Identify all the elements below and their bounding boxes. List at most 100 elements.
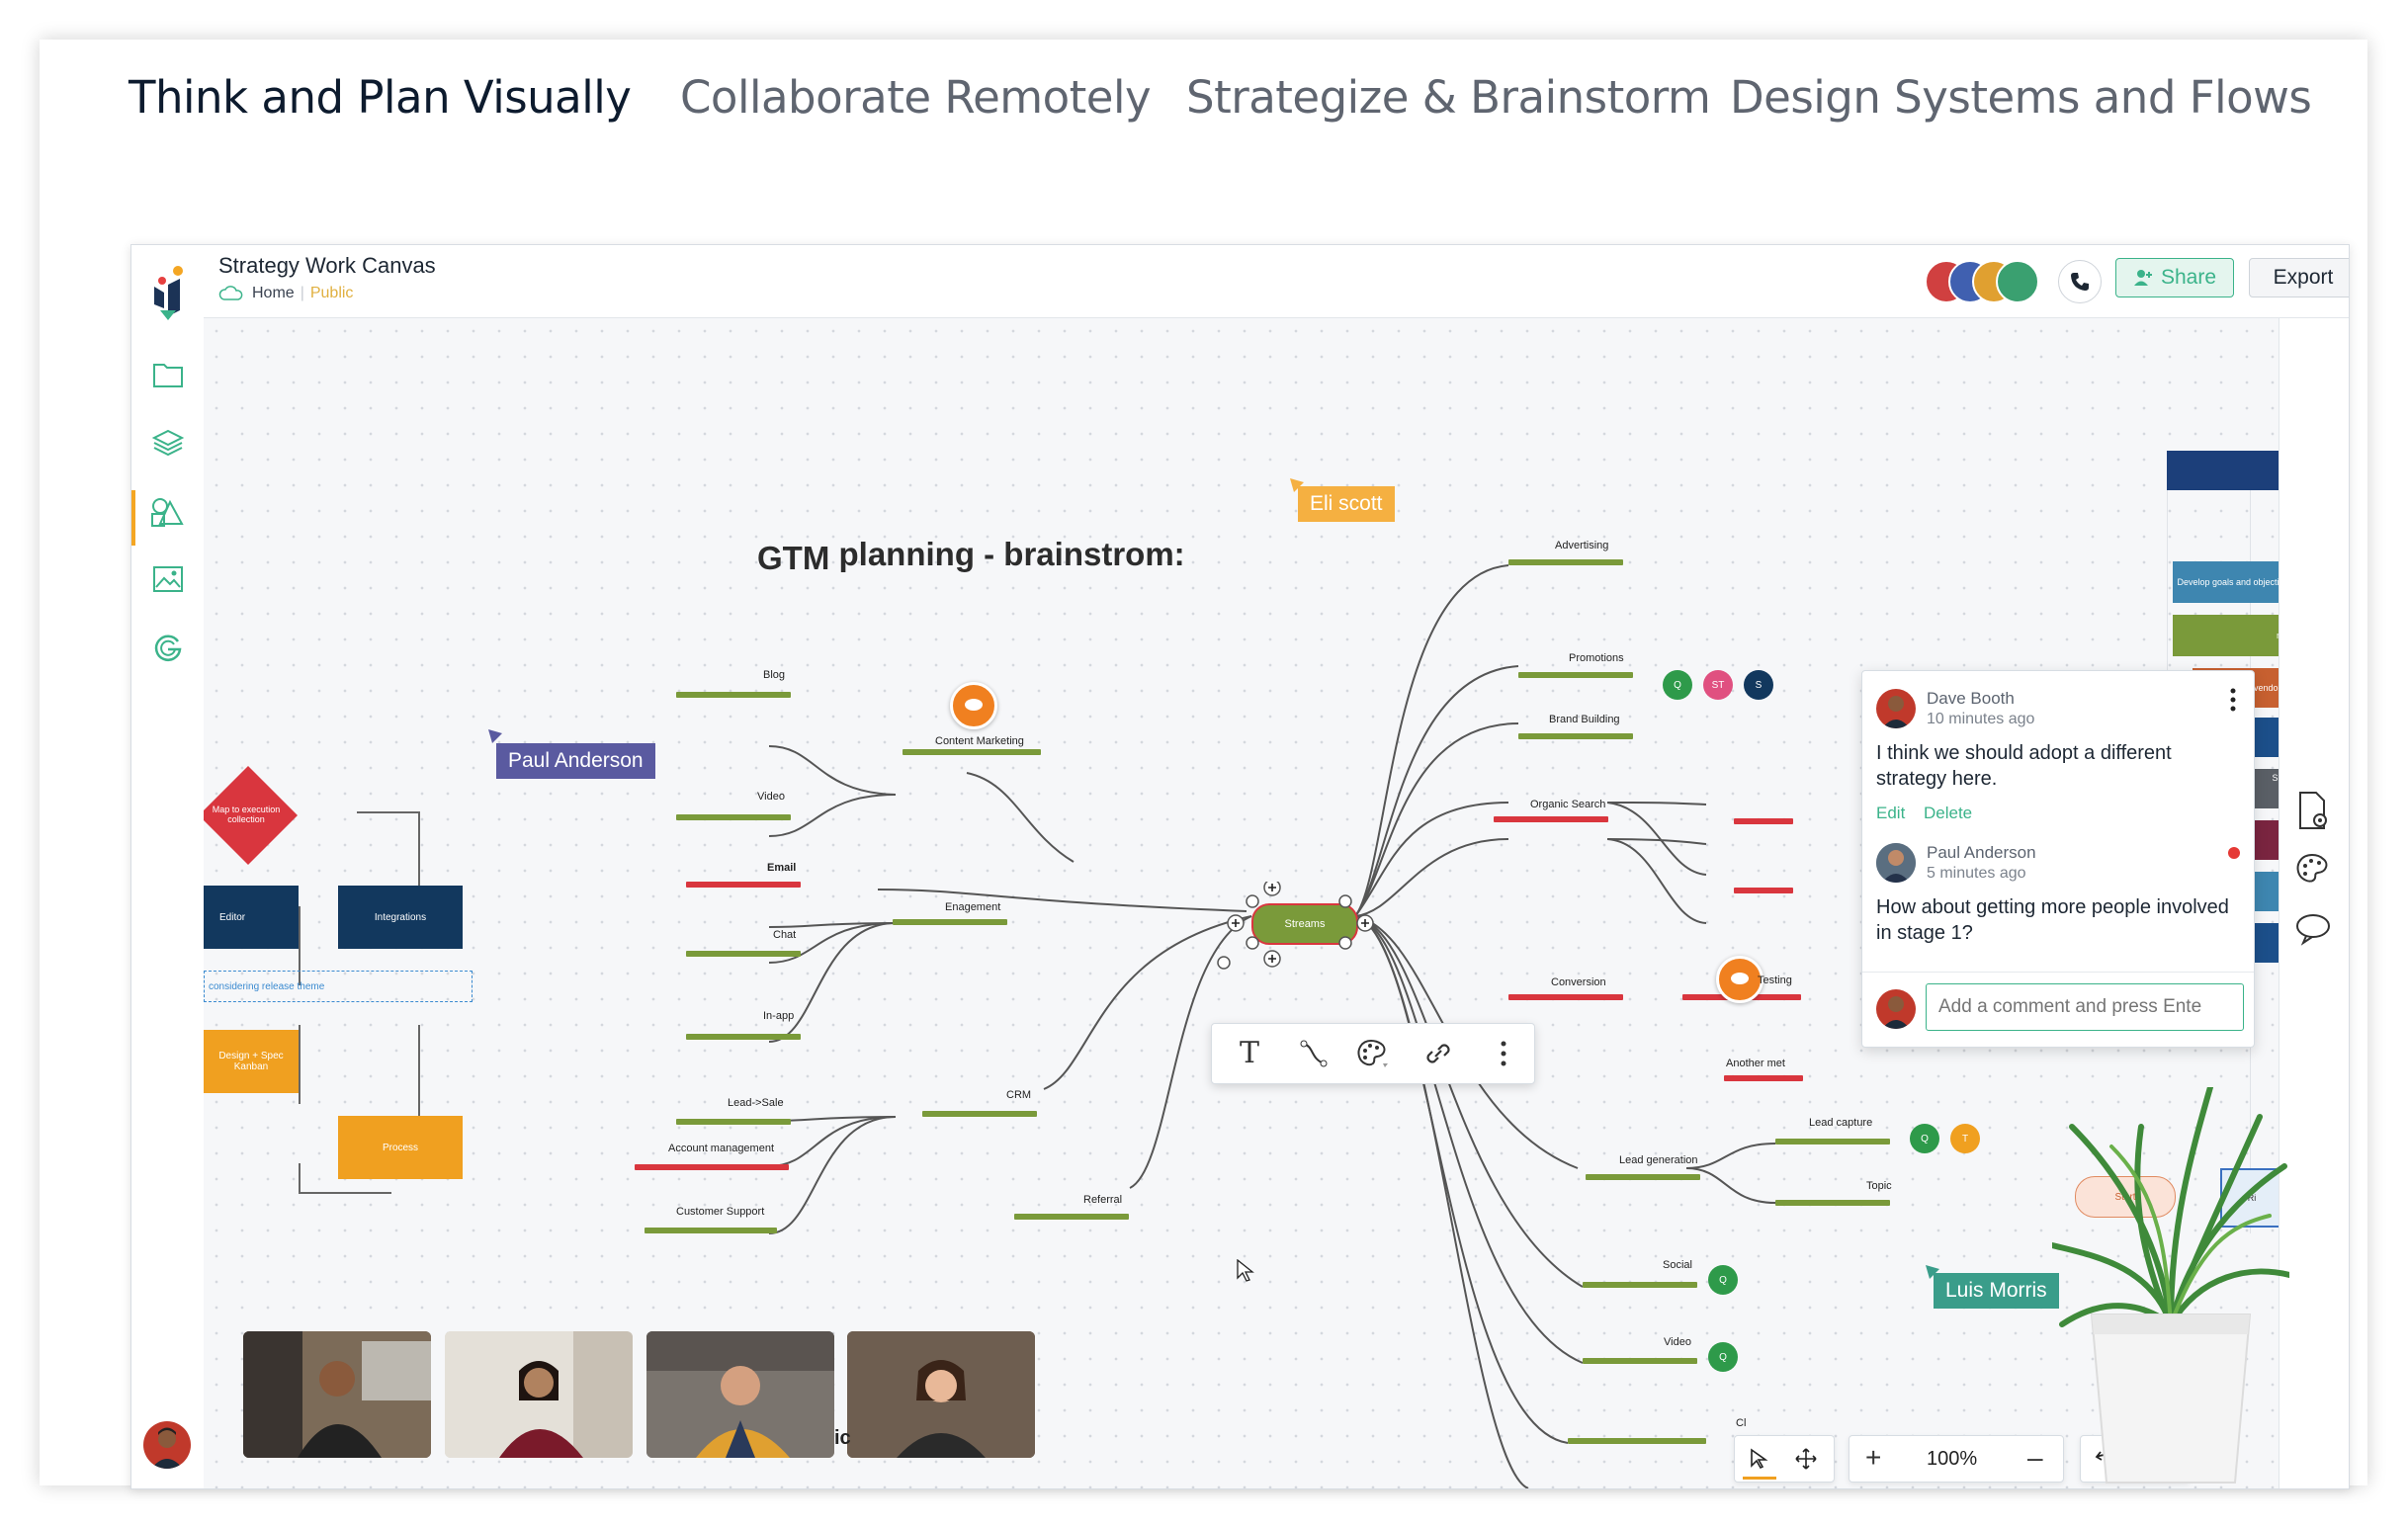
tab-design-systems[interactable]: Design Systems and Flows — [1730, 71, 2312, 124]
node-bar — [922, 1111, 1037, 1117]
shapes-icon[interactable] — [150, 494, 186, 530]
share-button[interactable]: Share — [2115, 258, 2234, 297]
comment-delete-link[interactable]: Delete — [1924, 804, 1972, 823]
more-options-icon[interactable] — [1499, 1039, 1508, 1068]
breadcrumb-home[interactable]: Home — [252, 285, 295, 302]
link-icon[interactable] — [1421, 1039, 1455, 1068]
board-card[interactable]: nue — [2173, 615, 2279, 656]
avatar-st[interactable]: ST — [1703, 670, 1733, 700]
node-engagement[interactable]: Enagement — [945, 901, 1000, 913]
pan-move-icon[interactable] — [1794, 1447, 1818, 1471]
avatar-t[interactable]: T — [1950, 1124, 1980, 1153]
call-button[interactable] — [2058, 260, 2102, 303]
layers-icon[interactable] — [150, 425, 186, 461]
tab-strategize[interactable]: Strategize & Brainstorm — [1186, 71, 1711, 124]
comments-icon[interactable] — [2294, 911, 2334, 947]
node-video-right[interactable]: Video — [1664, 1336, 1691, 1348]
app-logo[interactable] — [150, 265, 186, 324]
node-topic[interactable]: Topic — [1866, 1180, 1892, 1192]
node-organic-search[interactable]: Organic Search — [1530, 799, 1605, 810]
breadcrumb: Home | Public — [218, 285, 353, 302]
image-icon[interactable] — [150, 561, 186, 597]
cloud-icon — [218, 286, 243, 300]
flow-release-theme[interactable]: considering release theme — [204, 971, 473, 1002]
avatar-s[interactable]: S — [1744, 670, 1773, 700]
comment-time: 5 minutes ago — [1927, 865, 2026, 882]
node-cl[interactable]: Cl — [1736, 1417, 1746, 1429]
board-header[interactable] — [2167, 451, 2279, 490]
flow-design-spec[interactable]: Design + Spec Kanban — [204, 1030, 299, 1093]
more-options-icon[interactable] — [2228, 687, 2238, 713]
comment-edit-link[interactable]: Edit — [1876, 804, 1905, 823]
node-bar — [903, 749, 1041, 755]
user-avatar[interactable] — [143, 1421, 191, 1469]
node-bar — [1724, 1075, 1803, 1081]
collaborator-avatars[interactable] — [1925, 260, 2041, 303]
avatar-q[interactable]: Q — [1663, 670, 1692, 700]
comment-marker-icon[interactable] — [950, 682, 997, 729]
video-participant-2[interactable] — [445, 1331, 633, 1458]
flow-decision[interactable]: Map to execution collection — [204, 761, 302, 870]
flow-integrations[interactable]: Integrations — [338, 886, 463, 949]
selection-handles[interactable] — [1209, 882, 1397, 971]
node-account-management[interactable]: Account management — [668, 1143, 774, 1154]
node-customer-support[interactable]: Customer Support — [676, 1206, 764, 1218]
node-toolbar: T — [1211, 1023, 1535, 1084]
node-email[interactable]: Email — [767, 862, 796, 874]
page-settings-icon[interactable] — [2294, 791, 2334, 832]
node-lead-generation[interactable]: Lead generation — [1619, 1154, 1698, 1166]
video-participant-1[interactable] — [243, 1331, 431, 1458]
cursor-tag-luis: Luis Morris — [1934, 1273, 2059, 1309]
comment-author: Dave Booth — [1927, 689, 2015, 708]
flow-process[interactable]: Process — [338, 1116, 463, 1179]
node-lead-sale[interactable]: Lead->Sale — [728, 1097, 784, 1109]
folder-icon[interactable] — [150, 357, 186, 392]
avatar — [1876, 689, 1916, 728]
node-promotions[interactable]: Promotions — [1569, 652, 1624, 664]
node-testing[interactable]: Testing — [1758, 975, 1792, 986]
select-tools — [1734, 1435, 1835, 1483]
avatar-q[interactable]: Q — [1910, 1124, 1939, 1153]
text-tool-icon[interactable]: T — [1240, 1036, 1259, 1070]
canvas-area[interactable]: Map to execution collection Editor Integ… — [204, 318, 2279, 1488]
avatar-q[interactable]: Q — [1708, 1342, 1738, 1372]
google-icon[interactable] — [150, 630, 186, 665]
comment-marker-icon[interactable] — [1716, 956, 1763, 1003]
node-bar — [676, 692, 791, 698]
zoom-out-button[interactable]: – — [2027, 1442, 2043, 1474]
video-participant-4[interactable] — [847, 1331, 1035, 1458]
node-brand-building[interactable]: Brand Building — [1549, 714, 1620, 725]
node-chat[interactable]: Chat — [773, 929, 796, 941]
node-bar — [1583, 1358, 1697, 1364]
node-bar — [1734, 818, 1793, 824]
tab-think-plan[interactable]: Think and Plan Visually — [129, 71, 632, 124]
breadcrumb-visibility[interactable]: Public — [310, 285, 354, 302]
zoom-in-button[interactable]: + — [1865, 1442, 1881, 1474]
video-participant-3[interactable] — [646, 1331, 834, 1458]
node-another[interactable]: Another met — [1726, 1058, 1785, 1069]
tab-collaborate[interactable]: Collaborate Remotely — [680, 71, 1152, 124]
node-referral[interactable]: Referral — [1083, 1194, 1122, 1206]
node-blog[interactable]: Blog — [763, 669, 785, 681]
node-lead-capture[interactable]: Lead capture — [1809, 1117, 1872, 1129]
node-video-left[interactable]: Video — [757, 791, 785, 803]
board-card[interactable]: Develop goals and objectives — [2173, 561, 2279, 603]
node-content-marketing[interactable]: Content Marketing — [935, 735, 1024, 747]
palette-icon[interactable] — [2294, 852, 2334, 888]
export-button[interactable]: Export — [2249, 258, 2349, 297]
canvas-title[interactable]: Strategy Work Canvas — [218, 253, 436, 279]
node-social[interactable]: Social — [1663, 1259, 1692, 1271]
connector-tool-icon[interactable] — [1299, 1039, 1329, 1068]
node-advertising[interactable]: Advertising — [1555, 540, 1608, 551]
marketing-frame: Think and Plan Visually Collaborate Remo… — [40, 40, 2367, 1489]
node-crm[interactable]: CRM — [1006, 1089, 1031, 1101]
node-conversion[interactable]: Conversion — [1551, 976, 1606, 988]
node-inapp[interactable]: In-app — [763, 1010, 794, 1022]
palette-icon[interactable] — [1355, 1038, 1391, 1069]
canvas-heading[interactable]: GTM planning - brainstrom: — [757, 536, 1185, 577]
avatar-q[interactable]: Q — [1708, 1265, 1738, 1295]
select-pointer-icon[interactable] — [1749, 1448, 1770, 1470]
comment-input[interactable] — [1926, 983, 2244, 1031]
flow-editor[interactable]: Editor — [204, 886, 299, 949]
zoom-level[interactable]: 100% — [1927, 1448, 1977, 1471]
